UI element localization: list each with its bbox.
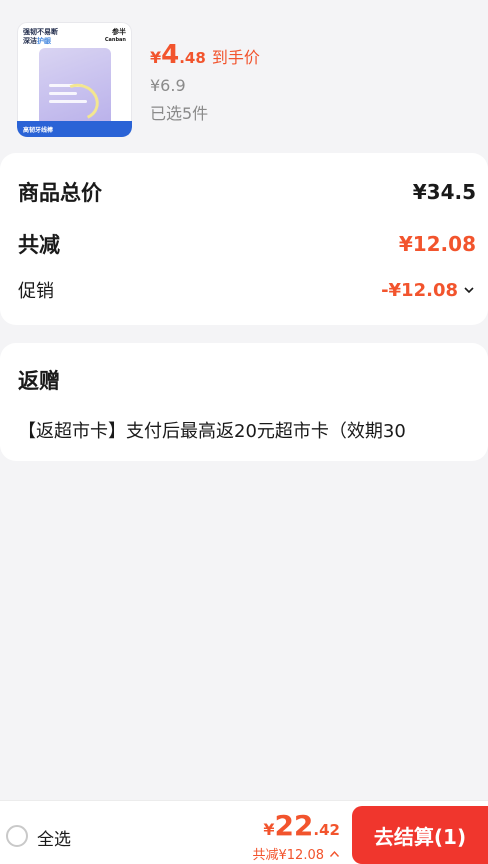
select-all-label[interactable]: 全选: [37, 825, 71, 850]
total-currency: ¥: [263, 820, 275, 839]
deal-price: ¥4.48 到手价: [150, 40, 260, 72]
saved-amount-toggle[interactable]: 共减¥12.08: [253, 844, 341, 863]
thumbnail-brand-en: Canban: [104, 37, 126, 43]
thumbnail-band-label: 高韧牙线棒: [23, 127, 54, 134]
selected-count: 已选5件: [150, 104, 209, 123]
total-amount: ¥22.42: [263, 809, 340, 842]
discount-label: 共减: [18, 233, 60, 257]
saved-amount: 共减¥12.08: [252, 848, 325, 863]
chevron-down-icon[interactable]: [462, 283, 476, 297]
gift-description: 【返超市卡】支付后最高返20元超市卡（效期30: [18, 421, 406, 442]
price-integer: 4: [161, 40, 180, 70]
thumbnail-headline-highlight: 护龈: [37, 37, 51, 45]
gift-title: 返赠: [18, 369, 60, 393]
thumbnail-brand: 参半 Canban: [105, 28, 126, 44]
chevron-up-icon[interactable]: [329, 850, 340, 858]
product-package-image: [39, 48, 111, 128]
price-decimal: .48: [179, 49, 206, 67]
thumbnail-headline: 强韧不易断 深洁护龈: [23, 28, 58, 46]
total-value: ¥34.5: [412, 180, 476, 204]
checkout-button[interactable]: 去结算(1): [352, 806, 488, 864]
thumbnail-band: 高韧牙线棒: [17, 121, 132, 137]
gift-card: 返赠 【返超市卡】支付后最高返20元超市卡（效期30: [0, 343, 488, 461]
total-label: 商品总价: [18, 181, 102, 205]
thumbnail-headline-line2: 深洁: [23, 37, 37, 45]
product-summary: 强韧不易断 深洁护龈 参半 Canban 高韧牙线棒 ¥4.48 到手价 ¥6.9…: [0, 0, 488, 148]
total-decimal: .42: [313, 821, 340, 839]
original-price: ¥6.9: [150, 76, 186, 95]
total-integer: 22: [274, 809, 314, 842]
promo-label: 促销: [18, 281, 54, 302]
radio-icon[interactable]: [6, 825, 28, 847]
total-row: 商品总价 ¥34.5: [18, 177, 476, 207]
promo-row[interactable]: 促销 -¥12.08: [18, 277, 476, 303]
price-tag-label: 到手价: [211, 48, 260, 67]
thumbnail-headline-line1: 强韧不易断: [23, 28, 58, 36]
discount-value: ¥12.08: [398, 232, 476, 256]
price-currency: ¥: [150, 48, 162, 67]
promo-value-toggle[interactable]: -¥12.08: [381, 280, 476, 301]
thumbnail-brand-cn: 参半: [112, 28, 126, 36]
promo-value: -¥12.08: [381, 279, 458, 301]
discount-row: 共减 ¥12.08: [18, 229, 476, 259]
price-summary-card: 商品总价 ¥34.5 共减 ¥12.08 促销 -¥12.08: [0, 153, 488, 325]
product-thumbnail[interactable]: 强韧不易断 深洁护龈 参半 Canban 高韧牙线棒: [17, 22, 132, 137]
